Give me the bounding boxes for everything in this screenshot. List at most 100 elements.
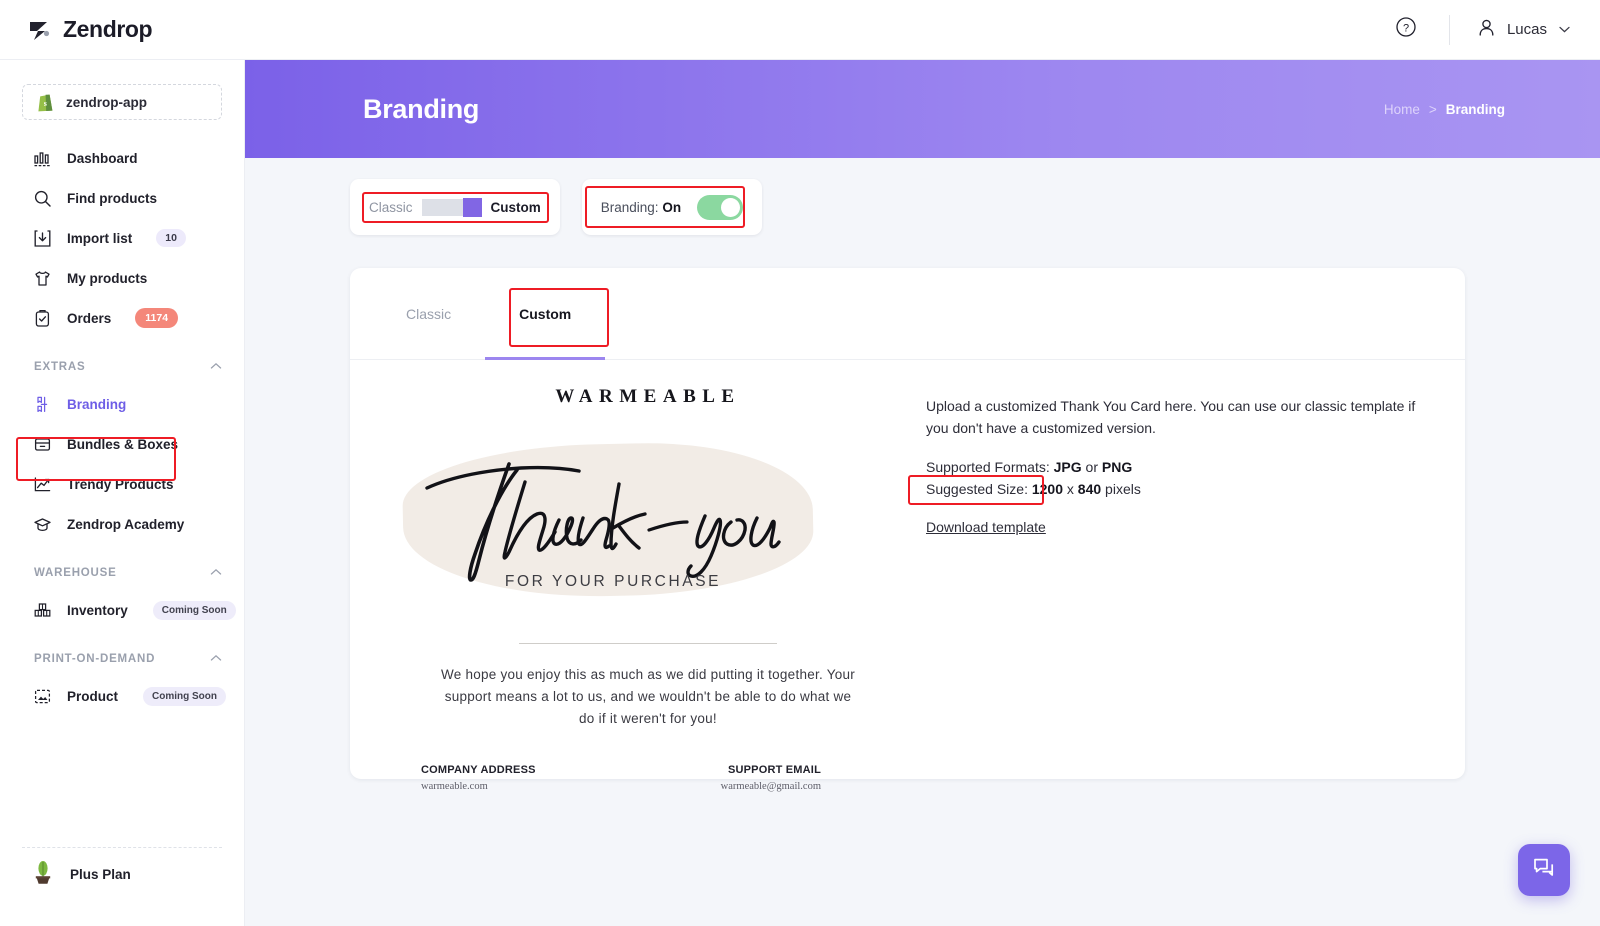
format-jpg: JPG [1053,459,1082,476]
sidebar-item-label: Trendy Products [67,476,174,492]
card-footer: COMPANY ADDRESS warmeable.com SUPPORT EM… [421,764,821,792]
sidebar-item-label: My products [67,270,148,286]
mode-switch-card: Classic Custom [350,179,560,235]
shop-name: zendrop-app [66,94,147,110]
breadcrumb: Home > Branding [1384,102,1505,117]
shop-selector[interactable]: s zendrop-app [22,84,222,120]
sidebar-item-orders[interactable]: Orders 1174 [0,298,244,338]
size-unit: pixels [1105,481,1141,498]
card-email-heading: SUPPORT EMAIL [727,763,821,776]
sidebar-item-label: Find products [67,190,157,206]
card-subtitle: FOR YOUR PURCHASE [504,573,722,590]
tab-classic[interactable]: Classic [372,268,485,360]
sidebar-item-inventory[interactable]: Inventory Coming Soon [0,590,244,630]
size-width: 1200 [1031,481,1064,498]
size-multiplier: x [1066,481,1074,498]
chat-bubbles-icon [1531,855,1557,886]
card-artwork: FOR YOUR PURCHASE [401,430,883,615]
svg-text:?: ? [1403,22,1409,34]
warehouse-boxes-icon [32,600,52,620]
tab-custom[interactable]: Custom [485,268,606,360]
thank-you-script-icon [425,462,781,582]
box-icon [32,434,52,454]
card-divider [519,643,777,644]
plan-indicator[interactable]: Plus Plan [32,859,131,890]
breadcrumb-home[interactable]: Home [1384,102,1420,117]
potted-plant-icon [32,859,54,890]
section-title: PRINT-ON-DEMAND [34,653,156,665]
sidebar-divider [22,847,222,848]
app-logo[interactable]: Zendrop [26,16,153,43]
sidebar-item-zendrop-academy[interactable]: Zendrop Academy [0,504,244,544]
breadcrumb-current: Branding [1445,101,1505,117]
top-bar-right: ? Lucas [1389,13,1570,47]
download-template-wrap: Download template [926,519,1046,537]
tab-label: Classic [406,305,452,322]
sidebar-item-product[interactable]: Product Coming Soon [0,676,244,716]
card-body-text: We hope you enjoy this as much as we did… [440,667,855,726]
shopify-bag-icon: s [37,93,54,112]
search-icon [32,188,52,208]
sidebar-item-label: Dashboard [67,150,138,166]
sidebar-item-find-products[interactable]: Find products [0,178,244,218]
bar-chart-icon [32,148,52,168]
branding-toggle-card: Branding: On [581,179,763,235]
panel-body: WARMEABLE FOR YOUR PURCHASE We hope you … [350,360,1465,792]
thank-you-card: WARMEABLE FOR YOUR PURCHASE We hope you … [401,386,883,792]
sidebar-item-label: Product [67,688,119,704]
download-template-link[interactable]: Download template [926,519,1046,535]
card-address-block: COMPANY ADDRESS warmeable.com [421,764,536,792]
sidebar-item-import-list[interactable]: Import list 10 [0,218,244,258]
sidebar-item-label: Inventory [67,602,128,618]
section-title: WAREHOUSE [34,567,117,579]
page-title: Branding [363,93,480,124]
card-email-value: warmeable@gmail.com [720,780,821,792]
graduation-cap-icon [32,514,52,534]
format-png: PNG [1101,459,1133,476]
top-bar: Zendrop ? Lucas [0,0,1600,60]
upload-specs: Supported Formats: JPG or PNG Suggested … [926,457,1430,500]
branding-toggle-knob [721,197,741,217]
chat-widget-button[interactable] [1518,844,1570,896]
sidebar-section-warehouse-header[interactable]: WAREHOUSE [0,556,244,590]
size-label: Suggested Size: [926,481,1028,498]
sidebar-nav: Dashboard Find products Import list 10 M… [0,138,244,716]
mode-switch-slider[interactable] [421,197,482,217]
image-frame-icon [32,686,52,706]
formats-or: or [1085,459,1098,476]
question-circle-icon: ? [1395,16,1417,43]
svg-text:s: s [44,99,47,108]
coming-soon-badge: Coming Soon [152,600,236,620]
sidebar-item-branding[interactable]: Branding [0,384,244,424]
chevron-up-icon [210,361,222,373]
user-menu[interactable]: Lucas [1476,17,1570,43]
help-button[interactable]: ? [1389,13,1423,47]
branding-icon [32,394,52,414]
mode-switch-handle[interactable] [462,197,482,217]
chevron-down-icon [1559,24,1570,36]
sidebar-item-label: Orders [67,310,112,326]
section-title: EXTRAS [34,361,86,373]
sidebar-item-trendy-products[interactable]: Trendy Products [0,464,244,504]
trend-line-icon [32,474,52,494]
page-header-banner: Branding Home > Branding [245,60,1600,158]
branding-toggle-prefix: Branding: [600,199,659,215]
sidebar-section-extras-header[interactable]: EXTRAS [0,350,244,384]
sidebar-item-label: Zendrop Academy [67,516,185,532]
import-list-count-badge: 10 [156,229,186,247]
branding-toggle-switch[interactable] [697,194,744,220]
formats-label: Supported Formats: [926,459,1050,476]
card-brand-name: WARMEABLE [555,386,741,407]
chevron-up-icon [210,567,222,579]
sidebar-item-dashboard[interactable]: Dashboard [0,138,244,178]
card-address-value: warmeable.com [421,780,488,792]
control-row: Classic Custom Branding: On [350,179,763,235]
sidebar-item-bundles-boxes[interactable]: Bundles & Boxes [0,424,244,464]
sidebar-item-my-products[interactable]: My products [0,258,244,298]
orders-count-badge: 1174 [135,308,179,328]
mode-switch-left-label: Classic [369,199,413,215]
tab-bar: Classic Custom [350,268,1465,360]
size-height: 840 [1077,481,1102,498]
sidebar-section-print-on-demand-header[interactable]: PRINT-ON-DEMAND [0,642,244,676]
thank-you-card-preview[interactable]: WARMEABLE FOR YOUR PURCHASE We hope you … [350,386,910,792]
